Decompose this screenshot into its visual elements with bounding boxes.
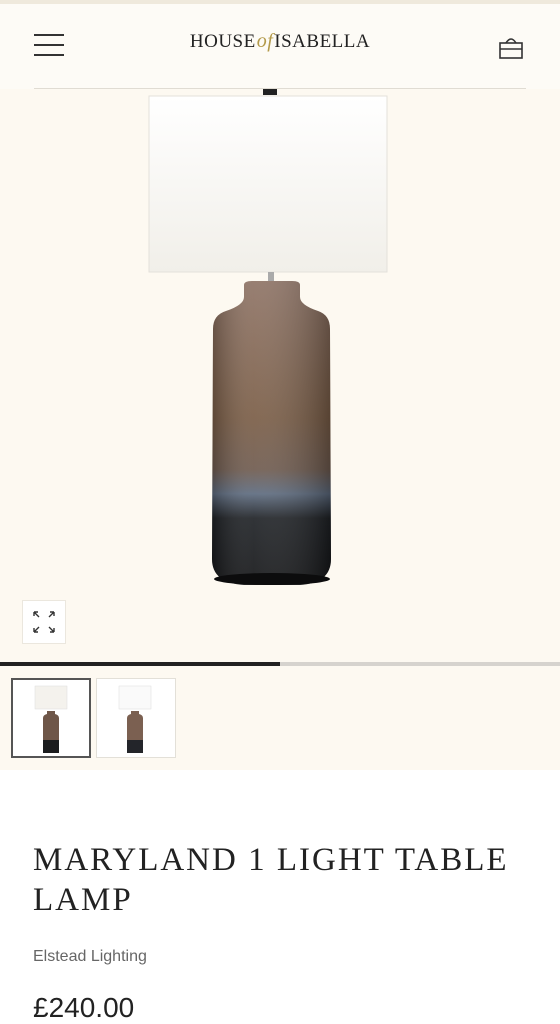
product-price: £240.00 — [33, 992, 135, 1023]
lamp-thumbnail-image — [34, 685, 68, 753]
site-logo[interactable]: HOUSEofISABELLA — [0, 30, 560, 53]
product-info: MARYLAND 1 LIGHT TABLE LAMP Elstead Ligh… — [0, 770, 560, 1024]
lamp-thumbnail-alt-image — [118, 685, 152, 753]
site-header: HOUSEofISABELLA — [0, 4, 560, 88]
logo-house: HOUSE — [189, 31, 256, 52]
shopping-bag-icon — [499, 38, 523, 59]
table-lamp-image — [148, 89, 388, 585]
expand-image-button[interactable] — [22, 600, 66, 644]
gallery-thumbnails — [0, 666, 560, 770]
expand-arrows-icon — [33, 611, 55, 633]
thumbnail-1[interactable] — [11, 678, 91, 758]
thumbnail-2[interactable] — [96, 678, 176, 758]
shopping-bag-button[interactable] — [496, 32, 526, 62]
product-title: MARYLAND 1 LIGHT TABLE LAMP — [33, 842, 509, 918]
logo-isabella: ISABELLA — [274, 31, 371, 52]
logo-of: of — [256, 30, 274, 52]
product-brand[interactable]: Elstead Lighting — [33, 948, 147, 966]
product-main-image[interactable] — [0, 89, 560, 663]
hamburger-icon-line — [34, 54, 64, 56]
